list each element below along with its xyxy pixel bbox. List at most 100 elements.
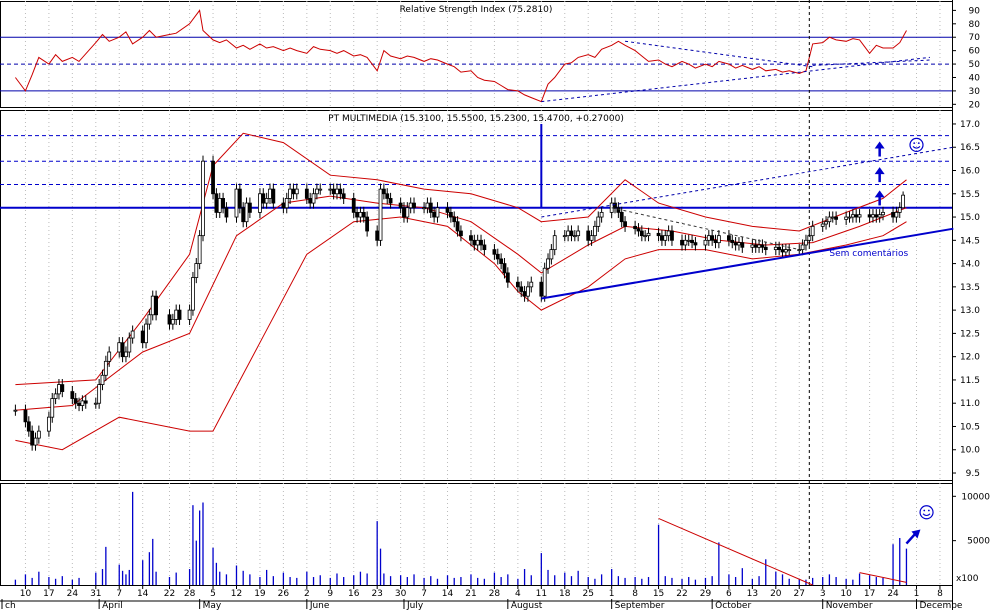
candle-body (482, 244, 487, 251)
price-y-tick-label: 16.0 (960, 167, 980, 177)
candle-body (670, 230, 674, 241)
x-tick-label-month: August (511, 601, 543, 610)
candle-body (167, 314, 172, 325)
candle-body (727, 235, 731, 241)
candle-body (515, 281, 520, 288)
candle-body (398, 202, 403, 209)
candle-body (619, 211, 624, 223)
technical-chart: 10 17 24 31 7 14 22 28 5 12 19 26 2 9 16 23 30 7 14 21 28 4 11… (0, 0, 990, 610)
candle-body (492, 249, 497, 255)
x-tick-label-day: 26 (278, 589, 290, 599)
candle-body (311, 193, 316, 204)
candle-body (388, 198, 393, 204)
x-tick-label-day: 20 (770, 589, 782, 599)
candle-body (589, 235, 594, 241)
rsi-line (14, 9, 907, 103)
candle-body (385, 193, 390, 199)
price-y-tick-label: 9.5 (966, 469, 980, 479)
up-arrow-icon (874, 167, 885, 175)
candle-body (117, 342, 122, 353)
price-y-tick-label: 13.0 (960, 306, 980, 316)
candle-body (405, 207, 410, 218)
candle-body (871, 214, 875, 218)
candle-body (636, 228, 641, 232)
candle-body (740, 242, 745, 248)
candle-body (381, 188, 386, 195)
candle-body (683, 239, 688, 246)
smiley-eye (917, 142, 920, 145)
candle-body (154, 295, 158, 316)
candle-body (331, 188, 336, 195)
candle-body (46, 416, 51, 432)
x-tick-label-day: 28 (184, 589, 196, 599)
candle-body (505, 272, 510, 283)
x-tick-label-day: 6 (726, 589, 732, 599)
candle-body (716, 235, 721, 244)
candle-body (432, 211, 437, 218)
x-tick-label-day: 14 (442, 589, 454, 599)
volume-multiplier-label: x100 (956, 574, 979, 584)
candle-body (472, 239, 477, 246)
x-tick-label-month: Decembe (920, 601, 963, 610)
x-tick-label-month: April (102, 601, 123, 610)
candle-body (224, 207, 229, 218)
candle-body (50, 398, 55, 418)
candle-body (542, 267, 547, 297)
candle-body (194, 263, 199, 278)
candle-body (36, 430, 41, 439)
rsi-y-tick-label: 20 (969, 100, 981, 110)
candle-body (891, 211, 895, 218)
candle-body (402, 207, 406, 218)
up-arrow-icon (874, 190, 885, 198)
candle-body (308, 198, 313, 204)
candle-body (83, 400, 88, 404)
candle-body (294, 188, 299, 195)
candle-body (526, 286, 530, 297)
x-tick-label-day: 29 (700, 589, 712, 599)
candle-body (897, 207, 902, 213)
candle-body (241, 207, 246, 223)
candle-body (378, 188, 383, 241)
candle-body (519, 286, 524, 292)
x-tick-label-day: 22 (164, 589, 175, 599)
candle-body (562, 235, 567, 238)
candle-body (13, 409, 18, 412)
candle-body (77, 402, 81, 406)
candle-body (703, 239, 708, 246)
x-tick-label-month: ch (5, 601, 16, 610)
candle-body (177, 309, 182, 320)
candle-body (355, 211, 359, 218)
rsi-trendline (812, 59, 930, 66)
candle-body (780, 249, 785, 253)
x-tick-label-day: 30 (395, 589, 407, 599)
candle-body (445, 207, 450, 213)
candle-body (552, 235, 557, 251)
candle-body (787, 249, 792, 252)
candle-body (191, 277, 195, 311)
rsi-y-tick-label: 90 (969, 6, 981, 16)
candle-body (797, 249, 802, 252)
smiley-eye (923, 509, 926, 512)
candle-body (623, 221, 627, 227)
candle-body (773, 246, 778, 251)
candle-body (502, 263, 507, 274)
price-y-tick-label: 14.5 (960, 236, 980, 246)
x-tick-label-day: 8 (937, 589, 943, 599)
candle-body (281, 202, 286, 209)
candle-body (804, 239, 808, 246)
candle-body (656, 232, 661, 237)
candle-body (783, 249, 788, 253)
rsi-y-tick-label: 50 (969, 60, 981, 70)
x-tick-label-day: 19 (254, 589, 266, 599)
candle-body (639, 230, 644, 237)
candle-body (147, 314, 152, 325)
bollinger-lower-band (15, 216, 907, 451)
volume-y-tick-label: 10000 (961, 492, 990, 502)
rsi-y-tick-label: 40 (969, 73, 981, 83)
candle-body (33, 437, 38, 446)
candle-body (459, 230, 463, 237)
diagonal-arrow-shaft (905, 532, 917, 545)
rsi-y-tick-label: 70 (969, 33, 981, 43)
candle-body (221, 198, 225, 209)
candle-body (522, 291, 527, 297)
